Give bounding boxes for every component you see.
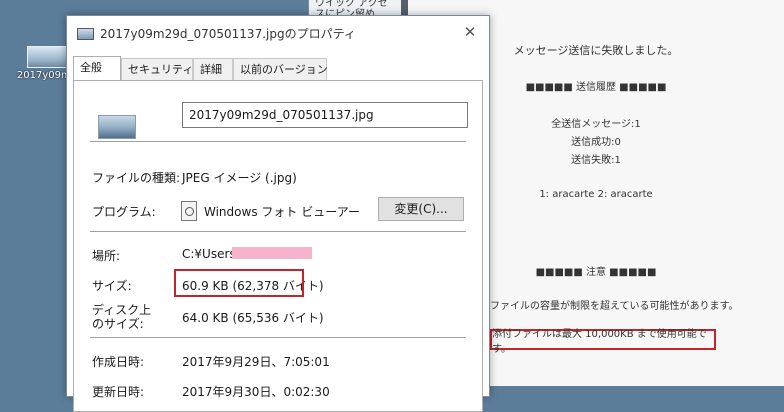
tab-details[interactable]: 詳細 (193, 58, 233, 80)
attachment-warning-text: 付ファイルの容量が制限を超えている可能性があります。 (480, 301, 739, 312)
created-value: 2017年9月29日、7:05:01 (182, 355, 330, 369)
disk-size-label-line2: のサイズ: (92, 317, 144, 331)
divider (90, 231, 466, 232)
program-value: Windows フォト ビューアー (204, 205, 360, 219)
file-name-field[interactable]: 2017y09m29d_070501137.jpg (182, 102, 468, 128)
quick-access-line1: ウイック アクセ (315, 0, 388, 9)
general-tab-panel: 2017y09m29d_070501137.jpg ファイルの種類: JPEG … (73, 80, 483, 412)
program-label: プログラム: (92, 205, 156, 219)
change-program-button[interactable]: 変更(C)... (378, 197, 464, 221)
disk-size-label: ディスク上 のサイズ: (92, 303, 151, 331)
divider (90, 337, 466, 338)
image-thumbnail-icon (27, 46, 67, 68)
tab-general[interactable]: 全般 (73, 56, 121, 80)
tab-security[interactable]: セキュリティ (121, 58, 193, 80)
size-label: サイズ: (92, 279, 132, 293)
dialog-title: 2017y09m29d_070501137.jpgのプロパティ (100, 27, 356, 41)
image-file-icon (98, 115, 136, 139)
photo-viewer-icon (181, 201, 197, 221)
file-type-value: JPEG イメージ (.jpg) (182, 171, 297, 185)
attachment-limit-highlight: 添付ファイルは最大 10,000KB まで使用可能です。 (490, 329, 716, 355)
divider (90, 141, 466, 142)
properties-dialog: 2017y09m29d_070501137.jpgのプロパティ ✕ 全般 セキュ… (66, 15, 490, 412)
tab-previous-versions[interactable]: 以前のバージョン (233, 58, 328, 80)
created-label: 作成日時: (92, 355, 145, 369)
disk-size-label-line1: ディスク上 (92, 303, 152, 317)
file-type-label: ファイルの種類: (92, 171, 181, 185)
size-highlight (174, 269, 304, 297)
close-button[interactable]: ✕ (459, 22, 481, 42)
disk-size-value: 64.0 KB (65,536 バイト) (182, 311, 324, 325)
dialog-titlebar[interactable]: 2017y09m29d_070501137.jpgのプロパティ ✕ (67, 16, 489, 48)
image-file-icon (77, 28, 94, 40)
attachment-limit-text: 添付ファイルは最大 10,000KB まで使用可能です。 (492, 328, 707, 355)
location-label: 場所: (92, 249, 121, 263)
redacted-username (232, 247, 312, 259)
